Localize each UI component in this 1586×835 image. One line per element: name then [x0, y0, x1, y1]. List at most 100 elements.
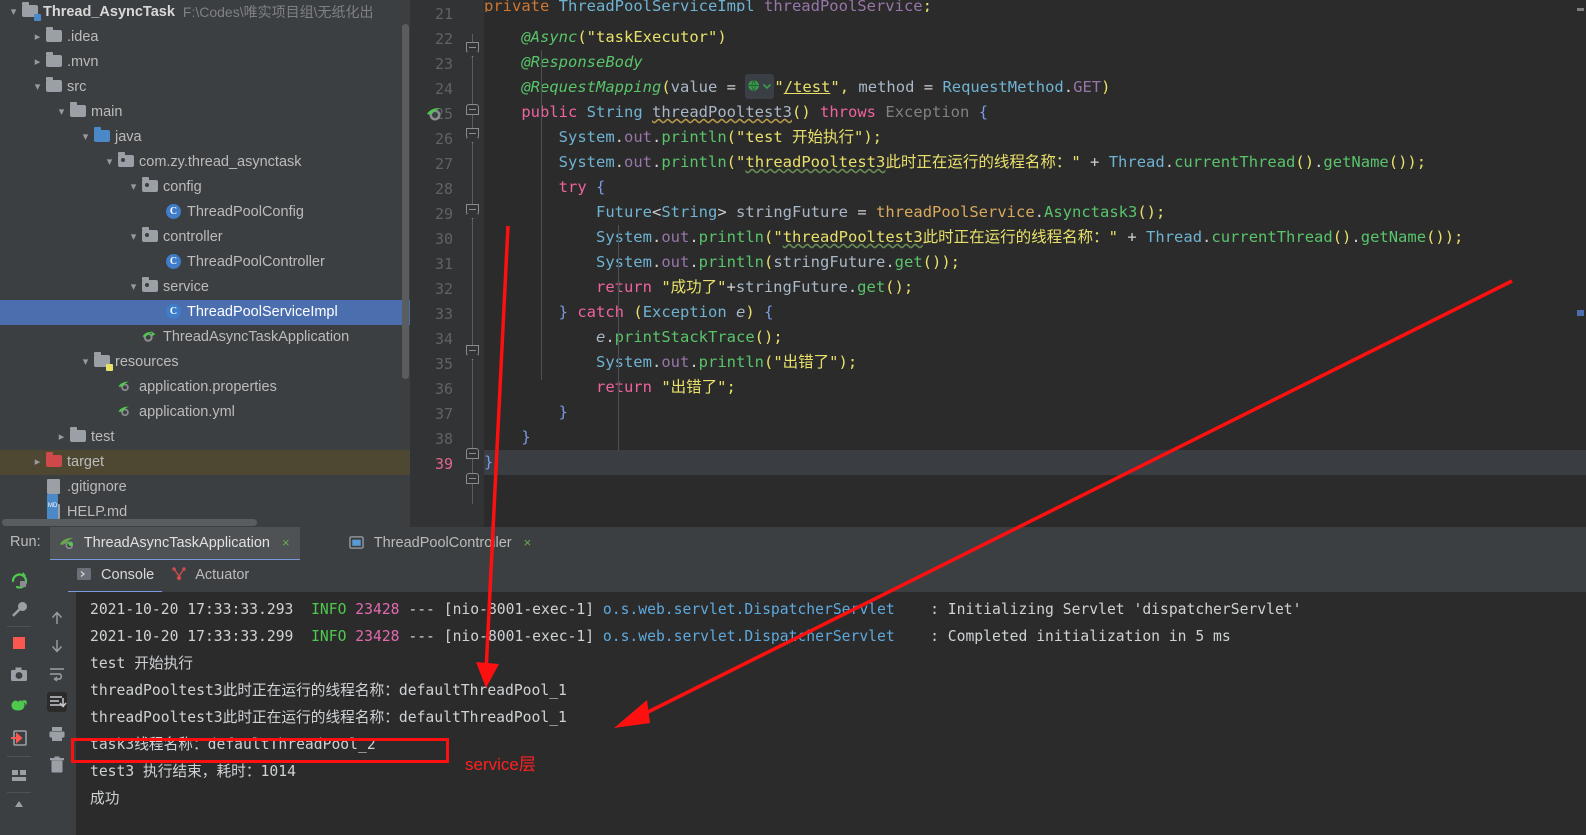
soft-wrap-icon[interactable]	[47, 664, 67, 684]
chevron-down-icon[interactable]: ▾	[102, 150, 117, 175]
code-text-area[interactable]: private ThreadPoolServiceImpl threadPool…	[484, 0, 1586, 527]
console-toolbar[interactable]	[38, 592, 76, 835]
open-in-icon[interactable]	[9, 728, 29, 748]
tree-item-com-zy-thread-asynctask[interactable]: ▾ com.zy.thread_asynctask	[0, 150, 410, 175]
chevron-right-icon[interactable]: ▸	[30, 25, 45, 50]
line-number-29[interactable]: 29	[413, 202, 453, 227]
layout-icon[interactable]	[9, 765, 29, 785]
project-tool-window[interactable]: ▾ Thread_AsyncTask F:\Codes\唯实项目组\无纸化出 ▸ .id…	[0, 0, 410, 527]
project-tree-vertical-scrollbar[interactable]	[402, 24, 409, 379]
editor-vertical-scrollbar[interactable]	[1575, 0, 1586, 527]
line-number-35[interactable]: 35	[413, 352, 453, 377]
code-line-34[interactable]: e.printStackTrace();	[484, 325, 1586, 350]
chevron-down-icon[interactable]: ▾	[78, 125, 93, 150]
project-tree[interactable]: ▾ Thread_AsyncTask F:\Codes\唯实项目组\无纸化出 ▸ .id…	[0, 0, 410, 525]
code-editor[interactable]: 21 22 23 24 25 26 27 28 29 30 31 32 33 34 35 36 37 38 39 p…	[410, 0, 1586, 527]
console-line[interactable]: task3线程名称：defaultThreadPool_2	[76, 731, 1586, 758]
scroll-to-end-icon[interactable]	[47, 692, 67, 712]
run-tool-window[interactable]: Run: ThreadAsyncTaskApplication × Thread…	[0, 527, 1586, 835]
code-line-23[interactable]: @ResponseBody	[484, 50, 1586, 75]
run-tab-close-icon[interactable]: ×	[524, 535, 532, 550]
chevron-down-icon[interactable]: ▾	[126, 275, 141, 300]
chevron-down-icon[interactable]: ▾	[30, 75, 45, 100]
tree-item-threadpoolserviceimpl[interactable]: ▸CThreadPoolServiceImpl	[0, 300, 410, 325]
console-line[interactable]: test3 执行结束，耗时：1014	[76, 758, 1586, 785]
tree-item-controller[interactable]: ▾ controller	[0, 225, 410, 250]
line-number-21[interactable]: 21	[413, 2, 453, 27]
stop-icon[interactable]	[9, 633, 29, 653]
wrench-settings-icon[interactable]	[9, 599, 29, 619]
tree-item-config[interactable]: ▾ config	[0, 175, 410, 200]
console-tab-bar[interactable]: Console Actuator	[38, 560, 1586, 593]
chevron-down-icon[interactable]: ▾	[126, 225, 141, 250]
tree-item-resources[interactable]: ▾ resources	[0, 350, 410, 375]
run-tab-bar[interactable]: Run: ThreadAsyncTaskApplication × Thread…	[0, 527, 1586, 561]
chevron-right-icon[interactable]: ▸	[30, 50, 45, 75]
line-number-26[interactable]: 26	[413, 127, 453, 152]
console-line[interactable]: threadPooltest3此时正在运行的线程名称：defaultThread…	[76, 704, 1586, 731]
code-line-27[interactable]: System.out.println("threadPooltest3此时正在运…	[484, 150, 1586, 175]
line-number-27[interactable]: 27	[413, 152, 453, 177]
code-line-39[interactable]: }	[484, 450, 1586, 475]
tree-item-mvn[interactable]: ▸ .mvn	[0, 50, 410, 75]
code-line-22[interactable]: @Async("taskExecutor")	[484, 25, 1586, 50]
chevron-right-icon[interactable]: ▸	[30, 450, 45, 475]
code-line-29[interactable]: Future<String> stringFuture = threadPool…	[484, 200, 1586, 225]
console-line[interactable]: threadPooltest3此时正在运行的线程名称：defaultThread…	[76, 677, 1586, 704]
tree-item-service[interactable]: ▾ service	[0, 275, 410, 300]
code-line-31[interactable]: System.out.println(stringFuture.get());	[484, 250, 1586, 275]
line-number-33[interactable]: 33	[413, 302, 453, 327]
code-line-24[interactable]: @RequestMapping(value = "/test", method …	[484, 74, 1586, 100]
print-icon[interactable]	[47, 724, 67, 744]
run-method-gutter-icon[interactable]	[426, 105, 444, 123]
scroll-up-icon[interactable]	[47, 608, 67, 628]
chevron-down-icon[interactable]: ▾	[54, 100, 69, 125]
code-line-33[interactable]: } catch (Exception e) {	[484, 300, 1586, 325]
line-number-38[interactable]: 38	[413, 427, 453, 452]
console-line[interactable]: test 开始执行	[76, 650, 1586, 677]
console-line[interactable]: 2021-10-20 17:33:33.299 INFO 23428 --- […	[76, 623, 1586, 650]
project-tree-horizontal-scrollbar[interactable]	[2, 519, 257, 526]
line-number-23[interactable]: 23	[413, 52, 453, 77]
line-number-32[interactable]: 32	[413, 277, 453, 302]
tree-item-application-properties[interactable]: ▸application.properties	[0, 375, 410, 400]
tree-item-threadpoolconfig[interactable]: ▸CThreadPoolConfig	[0, 200, 410, 225]
line-number-24[interactable]: 24	[413, 77, 453, 102]
code-line-21[interactable]: private ThreadPoolServiceImpl threadPool…	[484, 0, 1586, 12]
chevron-down-icon[interactable]: ▾	[78, 350, 93, 375]
code-line-36[interactable]: return "出错了";	[484, 375, 1586, 400]
tree-item-threadasynctaskapplication[interactable]: ▸ThreadAsyncTaskApplication	[0, 325, 410, 350]
tab-actuator[interactable]: Actuator	[163, 560, 257, 591]
tab-console[interactable]: Console	[68, 560, 163, 593]
line-number-31[interactable]: 31	[413, 252, 453, 277]
camera-icon[interactable]	[9, 665, 29, 685]
console-line[interactable]: 成功	[76, 785, 1586, 812]
chevron-down-icon[interactable]: ▾	[6, 0, 21, 25]
tree-item-src[interactable]: ▾ src	[0, 75, 410, 100]
line-number-30[interactable]: 30	[413, 227, 453, 252]
tree-item-application-yml[interactable]: ▸application.yml	[0, 400, 410, 425]
tree-item-test[interactable]: ▸ test	[0, 425, 410, 450]
chevron-right-icon[interactable]: ▸	[54, 425, 69, 450]
editor-gutter[interactable]: 21 22 23 24 25 26 27 28 29 30 31 32 33 34 35 36 37 38 39	[410, 0, 462, 527]
chevron-down-icon[interactable]: ▾	[126, 175, 141, 200]
url-globe-icon[interactable]	[745, 74, 775, 99]
code-line-32[interactable]: return "成功了"+stringFuture.get();	[484, 275, 1586, 300]
console-output[interactable]: 2021-10-20 17:33:33.293 INFO 23428 --- […	[76, 592, 1586, 835]
debug-frog-icon[interactable]	[9, 696, 29, 716]
run-tab-thread-pool-controller[interactable]: ThreadPoolController ×	[340, 527, 541, 559]
line-number-34[interactable]: 34	[413, 327, 453, 352]
code-line-28[interactable]: try {	[484, 175, 1586, 200]
line-number-37[interactable]: 37	[413, 402, 453, 427]
code-line-25[interactable]: public String threadPooltest3() throws E…	[484, 100, 1586, 125]
run-left-toolbar[interactable]	[0, 560, 38, 835]
code-folding-strip[interactable]	[462, 0, 484, 527]
tree-item-root[interactable]: ▾ Thread_AsyncTask F:\Codes\唯实项目组\无纸化出	[0, 0, 410, 25]
pin-icon[interactable]	[9, 798, 29, 818]
rerun-icon[interactable]	[9, 569, 29, 589]
tree-item-threadpoolcontroller[interactable]: ▸CThreadPoolController	[0, 250, 410, 275]
scroll-down-icon[interactable]	[47, 636, 67, 656]
code-line-30[interactable]: System.out.println("threadPooltest3此时正在运…	[484, 225, 1586, 250]
run-tab-close-icon[interactable]: ×	[282, 535, 290, 550]
line-number-39[interactable]: 39	[413, 452, 453, 477]
